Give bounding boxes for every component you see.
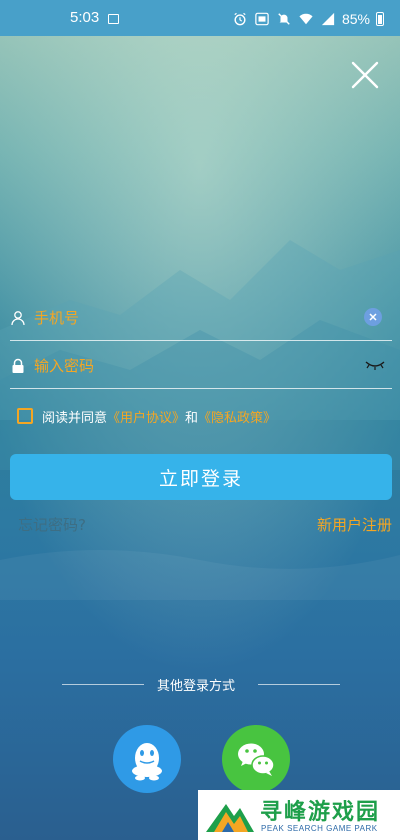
qq-login-button[interactable] — [113, 725, 181, 793]
password-field — [10, 344, 392, 389]
forgot-password-link[interactable]: 忘记密码? — [18, 514, 86, 535]
privacy-policy-link[interactable]: 《隐私政策》 — [198, 407, 276, 426]
lock-icon — [12, 358, 24, 373]
mute-icon — [278, 13, 290, 25]
user-agreement-link[interactable]: 《用户协议》 — [107, 407, 185, 426]
divider-line-left — [62, 684, 144, 685]
watermark-banner: 寻峰游戏园 PEAK SEARCH GAME PARK — [198, 790, 400, 840]
status-icons: 85% — [232, 9, 384, 29]
agree-prefix: 阅读并同意 — [42, 410, 108, 426]
wechat-icon — [238, 743, 275, 776]
phone-input[interactable] — [32, 302, 346, 334]
image-notification-icon — [108, 14, 119, 24]
status-time: 5:03 — [70, 9, 100, 26]
other-login-label: 其他登录方式 — [157, 679, 236, 694]
status-bar: 5:03 85% — [0, 0, 400, 36]
divider-line-right — [258, 684, 340, 685]
qq-icon — [132, 743, 162, 781]
close-icon[interactable] — [348, 58, 382, 92]
eye-closed-icon[interactable] — [364, 358, 386, 372]
watermark-subtitle: PEAK SEARCH GAME PARK — [261, 824, 378, 833]
password-input[interactable] — [32, 350, 346, 382]
battery-icon — [376, 12, 384, 26]
login-screen: 5:03 85% 手机号 阅读并同意 《用户协议》 和 《隐私政策》 立即登录 … — [0, 0, 400, 840]
volte-icon — [255, 12, 269, 26]
phone-field — [10, 296, 392, 341]
login-button[interactable]: 立即登录 — [10, 454, 392, 500]
clear-icon[interactable] — [364, 308, 382, 326]
user-icon — [11, 311, 25, 326]
wifi-icon — [299, 13, 313, 25]
signal-icon — [321, 12, 335, 26]
register-link[interactable]: 新用户注册 — [317, 514, 392, 535]
agreement-row: 阅读并同意 《用户协议》 和 《隐私政策》 — [17, 404, 276, 428]
watermark-title: 寻峰游戏园 — [260, 800, 381, 825]
and-text: 和 — [185, 410, 199, 426]
battery-percent: 85% — [341, 11, 370, 27]
wechat-login-button[interactable] — [222, 725, 290, 793]
agreement-checkbox[interactable] — [17, 408, 33, 424]
peak-logo-icon — [206, 804, 254, 832]
other-login-divider: 其他登录方式 — [62, 674, 340, 694]
alarm-icon — [234, 12, 246, 26]
